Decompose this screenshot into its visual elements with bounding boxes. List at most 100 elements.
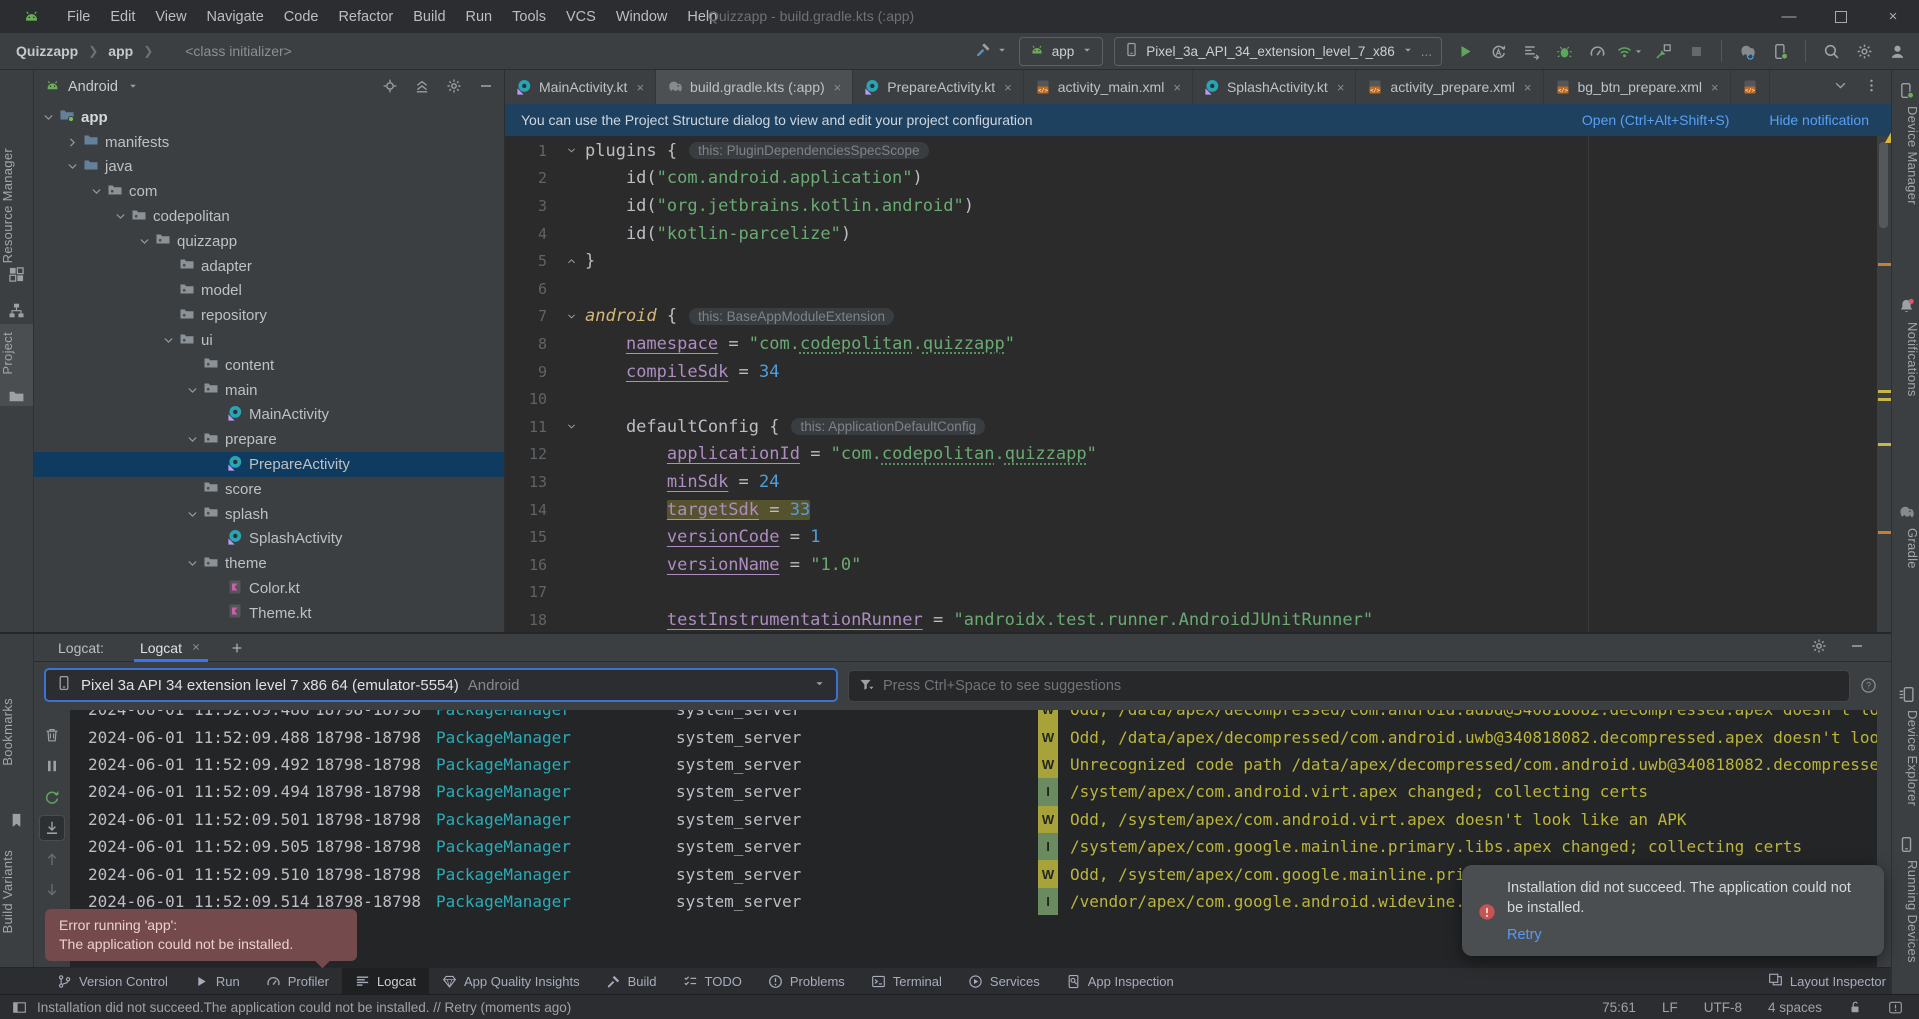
apply-code-changes-button[interactable] xyxy=(1519,39,1543,63)
chev-d-icon[interactable] xyxy=(162,334,175,347)
close-tab-icon[interactable]: × xyxy=(834,80,842,95)
menu-window[interactable]: Window xyxy=(606,7,678,27)
tree-item-quizzapp[interactable]: quizzapp xyxy=(34,229,504,254)
banner-hide-link[interactable]: Hide notification xyxy=(1769,112,1869,128)
editor-tab-build.gradle.kts-app-[interactable]: build.gradle.kts (:app)× xyxy=(656,70,853,104)
hammer-blue-icon[interactable] xyxy=(975,41,992,58)
tree-item-theme[interactable]: theme xyxy=(34,551,504,576)
tree-item-ui[interactable]: ui xyxy=(34,328,504,353)
editor-tab-prepareactivity.kt[interactable]: PrepareActivity.kt× xyxy=(853,70,1023,104)
tab-app-inspection[interactable]: App Inspection xyxy=(1053,968,1187,994)
logcat-filter-input[interactable]: Press Ctrl+Space to see suggestions xyxy=(848,670,1850,702)
error-stripe-mark[interactable] xyxy=(1878,398,1891,401)
build-widget[interactable] xyxy=(975,41,1008,61)
editor-scrollbar[interactable] xyxy=(1879,142,1888,228)
profiler-button[interactable] xyxy=(1585,39,1609,63)
tree-chevron[interactable] xyxy=(64,160,81,173)
close-tab-icon[interactable]: × xyxy=(636,80,644,95)
tab-options-button[interactable] xyxy=(1864,78,1879,96)
lock-icon[interactable] xyxy=(1848,1000,1862,1014)
tab-app-quality-insights[interactable]: App Quality Insights xyxy=(429,968,593,994)
settings-button[interactable] xyxy=(1852,39,1876,63)
alert-box-icon[interactable] xyxy=(1888,1000,1903,1015)
chev-d-icon[interactable] xyxy=(66,160,79,173)
stop-button[interactable] xyxy=(1684,39,1708,63)
tree-chevron[interactable] xyxy=(40,111,57,124)
tab-logcat[interactable]: Logcat xyxy=(342,968,429,994)
maximize-button[interactable] xyxy=(1815,0,1867,33)
profile-account-button[interactable] xyxy=(1885,39,1909,63)
line-ending[interactable]: LF xyxy=(1662,1000,1678,1015)
chev-d-icon[interactable] xyxy=(566,421,577,432)
tree-item-app[interactable]: app xyxy=(34,105,504,130)
tab-run[interactable]: Run xyxy=(181,968,253,994)
win-toggle-icon[interactable] xyxy=(12,1000,27,1015)
hide-logcat-button[interactable] xyxy=(1849,638,1865,657)
stripe-project[interactable]: Project xyxy=(0,332,34,375)
tree-item-adapter[interactable]: adapter xyxy=(34,254,504,279)
debug-button[interactable] xyxy=(1552,39,1576,63)
menu-run[interactable]: Run xyxy=(456,7,503,27)
tab-build[interactable]: Build xyxy=(593,968,670,994)
menu-refactor[interactable]: Refactor xyxy=(328,7,403,27)
close-x-icon[interactable] xyxy=(190,641,202,653)
folder-gray-icon[interactable] xyxy=(8,388,25,405)
editor-tab-overflow[interactable]: </> xyxy=(1731,70,1770,104)
menu-build[interactable]: Build xyxy=(403,7,455,27)
device-manager-button[interactable] xyxy=(1768,39,1792,63)
stripe-notifications[interactable]: Notifications xyxy=(1892,322,1919,397)
editor-tab-mainactivity.kt[interactable]: MainActivity.kt× xyxy=(505,70,656,104)
code-editor[interactable]: 1plugins {this: PluginDependenciesSpecSc… xyxy=(505,136,1877,634)
chev-d-icon[interactable] xyxy=(90,185,103,198)
logcat-tab[interactable]: Logcat xyxy=(132,634,210,662)
tab-profiler[interactable]: Profiler xyxy=(253,968,342,994)
error-stripe-mark[interactable] xyxy=(1878,390,1891,393)
tree-item-score[interactable]: score xyxy=(34,477,504,502)
file-encoding[interactable]: UTF-8 xyxy=(1704,1000,1742,1015)
hierarchy-icon[interactable] xyxy=(8,302,25,319)
menu-navigate[interactable]: Navigate xyxy=(197,7,274,27)
tab-todo[interactable]: TODO xyxy=(670,968,755,994)
tool-window-toggle-icon[interactable] xyxy=(12,1000,27,1015)
banner-open-link[interactable]: Open (Ctrl+Alt+Shift+S) xyxy=(1582,112,1729,128)
chev-d-icon[interactable] xyxy=(186,508,199,521)
editor-tab-activity-prepare.xml[interactable]: </>activity_prepare.xml× xyxy=(1356,70,1543,104)
breadcrumb-project[interactable]: Quizzapp xyxy=(16,43,78,59)
collapse-all-button[interactable] xyxy=(414,78,430,97)
hide-panel-button[interactable] xyxy=(478,78,494,97)
caret-icon[interactable] xyxy=(996,44,1008,56)
clear-logcat-button[interactable] xyxy=(39,722,65,748)
minimize-button[interactable]: — xyxy=(1763,0,1815,33)
tree-item-mainactivity[interactable]: MainActivity xyxy=(34,403,504,428)
editor-tab-splashactivity.kt[interactable]: SplashActivity.kt× xyxy=(1193,70,1356,104)
run-button[interactable] xyxy=(1453,39,1477,63)
fold-marker[interactable] xyxy=(557,311,585,322)
tree-item-theme.kt[interactable]: Theme.kt xyxy=(34,601,504,626)
search-everywhere-button[interactable] xyxy=(1819,39,1843,63)
profile-low-overhead-button[interactable] xyxy=(1618,39,1642,63)
menu-code[interactable]: Code xyxy=(274,7,329,27)
stripe-running-devices[interactable]: Running Devices xyxy=(1892,860,1919,963)
tree-chevron[interactable] xyxy=(184,508,201,521)
logcat-device-select[interactable]: Pixel 3a API 34 extension level 7 x86 64… xyxy=(44,668,838,702)
notifications-status-icon[interactable] xyxy=(1888,1000,1903,1015)
chev-r-icon[interactable] xyxy=(66,136,79,149)
project-view-select[interactable]: Android xyxy=(68,79,118,95)
tab-terminal[interactable]: Terminal xyxy=(858,968,955,994)
tree-item-content[interactable]: content xyxy=(34,353,504,378)
stripe-device-explorer[interactable]: Device Explorer xyxy=(1892,710,1919,806)
close-tab-icon[interactable]: × xyxy=(1337,80,1345,95)
target-device-select[interactable]: Pixel_3a_API_34_extension_level_7_x86 ..… xyxy=(1114,37,1442,66)
tab-services[interactable]: Services xyxy=(955,968,1053,994)
menu-tools[interactable]: Tools xyxy=(502,7,556,27)
tab-problems[interactable]: Problems xyxy=(755,968,858,994)
fold-marker[interactable] xyxy=(557,145,585,156)
scroll-to-end-button[interactable] xyxy=(39,815,65,841)
menu-vcs[interactable]: VCS xyxy=(556,7,606,27)
tree-item-main[interactable]: main xyxy=(34,378,504,403)
tree-item-codepolitan[interactable]: codepolitan xyxy=(34,204,504,229)
chev-d-icon[interactable] xyxy=(186,557,199,570)
show-hidden-tabs-button[interactable] xyxy=(1833,78,1848,96)
error-stripe-mark[interactable] xyxy=(1878,263,1891,266)
stripe-bookmarks[interactable]: Bookmarks xyxy=(0,698,34,766)
